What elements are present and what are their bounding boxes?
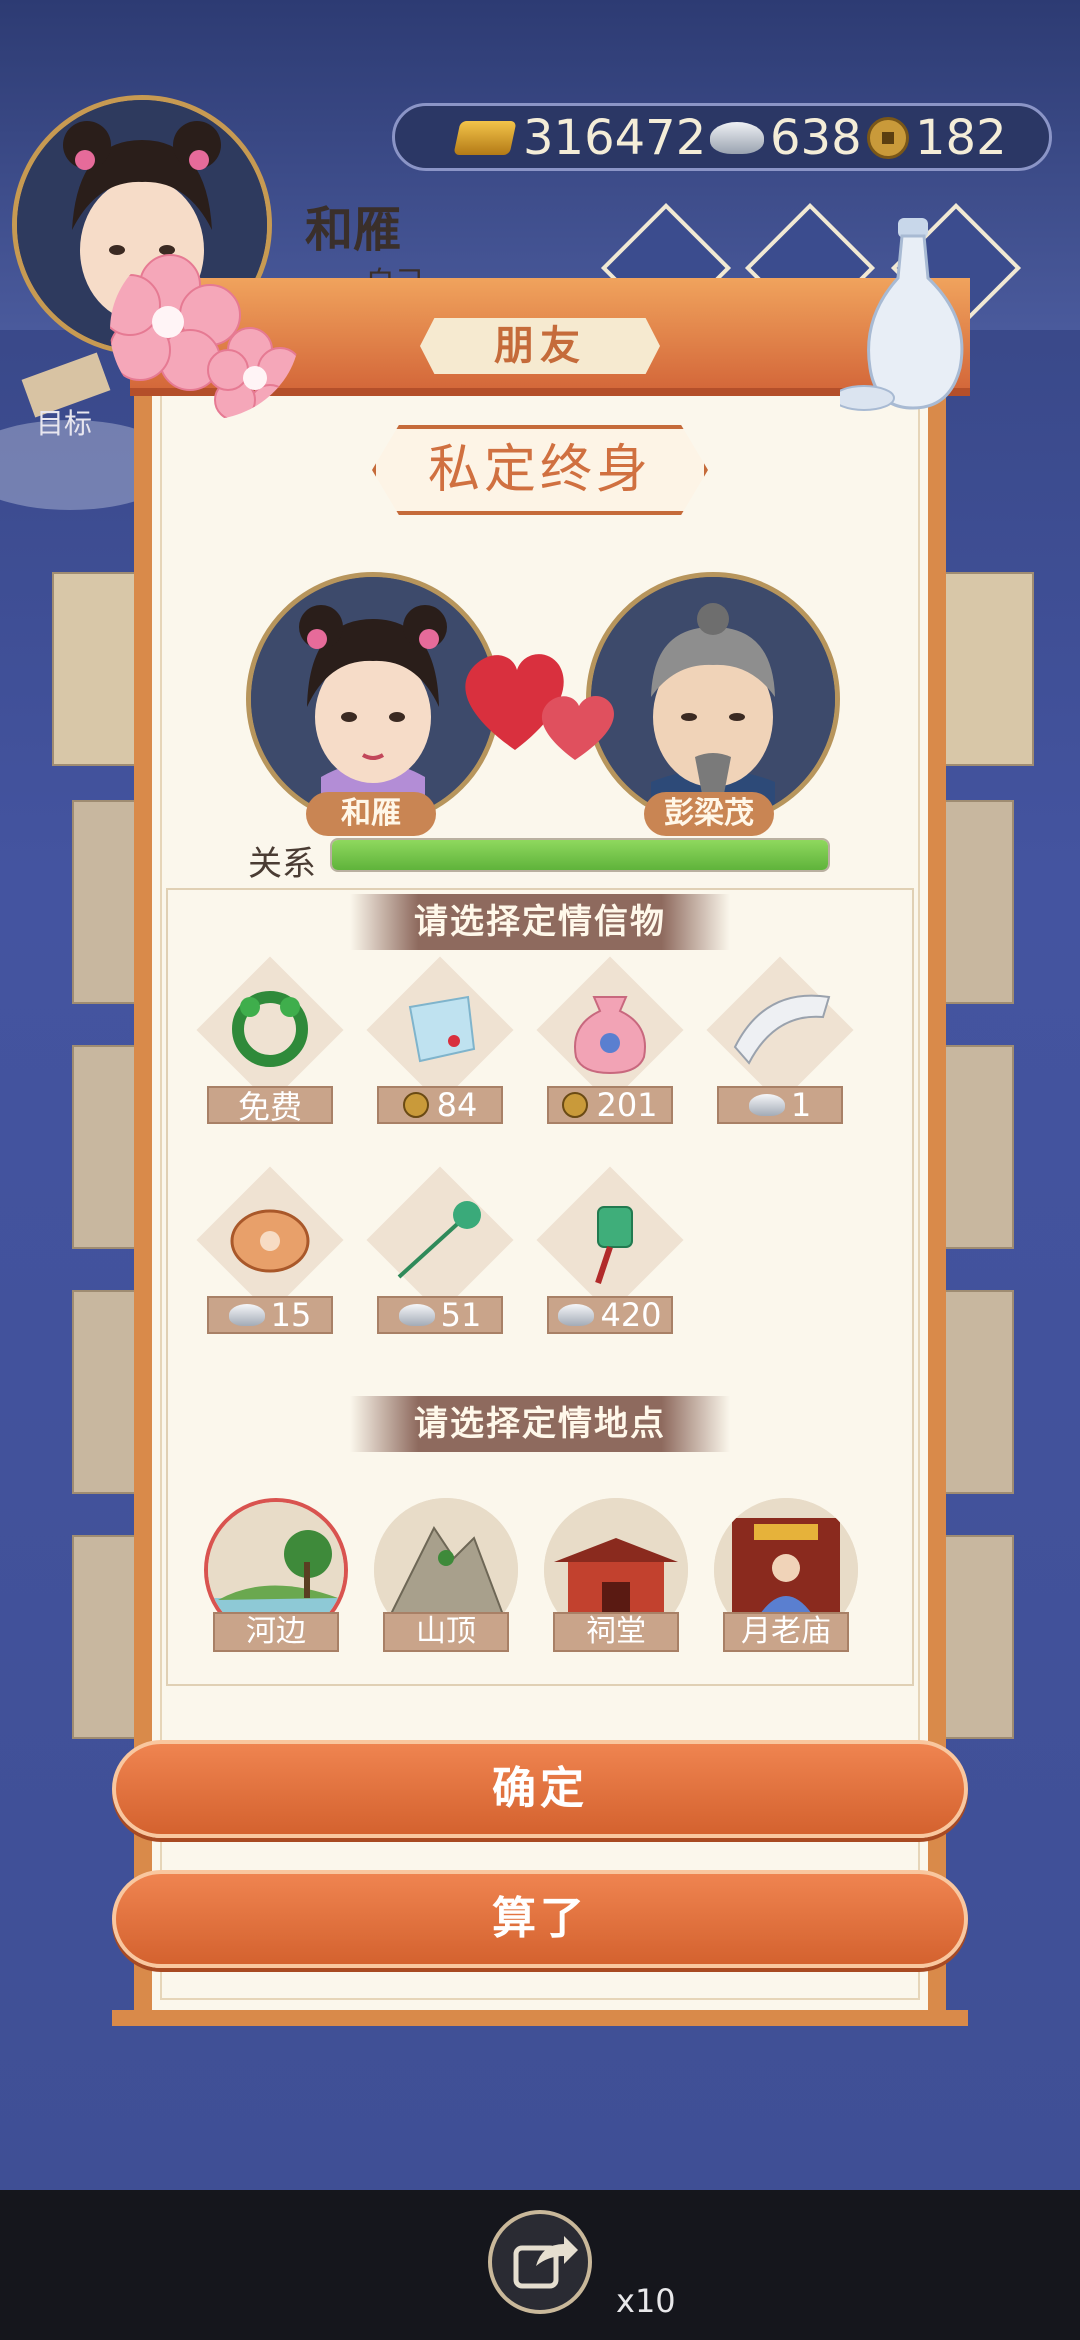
left-name-tag: 和雁 <box>306 792 436 836</box>
player-name: 和雁 <box>305 202 402 258</box>
gift-price-value: 15 <box>270 1296 312 1334</box>
wreath-icon[interactable] <box>215 972 325 1082</box>
handkerchief-icon[interactable] <box>385 972 495 1082</box>
hearts-icon <box>465 654 614 760</box>
silver-resource: 638 <box>710 110 862 166</box>
place-label: 河边 <box>213 1612 339 1652</box>
gift-price-value: 51 <box>440 1296 482 1334</box>
background-card <box>940 1535 1014 1739</box>
coin-amount: 182 <box>915 110 1007 166</box>
background-card <box>52 572 146 766</box>
copper-coin-icon <box>562 1092 589 1118</box>
copper-coin-icon <box>402 1092 429 1118</box>
gold-resource: 316472 <box>453 110 707 166</box>
right-name-tag: 彭梁茂 <box>644 792 774 836</box>
resource-bar: 316472 638 182 <box>392 103 1052 171</box>
silver-ingot-icon <box>710 122 764 154</box>
jade-pendant-icon[interactable] <box>215 1182 325 1292</box>
silver-ingot-icon <box>558 1304 595 1326</box>
gift-price: 201 <box>547 1086 673 1124</box>
relation-bar <box>330 838 830 872</box>
share-count: x10 <box>616 2282 676 2320</box>
silver-amount: 638 <box>770 110 862 166</box>
silver-ingot-icon <box>398 1304 435 1326</box>
comb-icon[interactable] <box>725 972 835 1082</box>
wine-vase-icon <box>840 218 964 411</box>
gifts-title: 请选择定情信物 <box>414 902 666 942</box>
cancel-button[interactable]: 算了 <box>112 1870 968 1968</box>
gift-price-value: 84 <box>436 1086 478 1124</box>
place-label: 月老庙 <box>723 1612 849 1652</box>
gift-price: 51 <box>377 1296 503 1334</box>
gift-price-value: 201 <box>596 1086 658 1124</box>
silver-ingot-icon <box>228 1304 265 1326</box>
relation-label: 关系 <box>248 844 316 884</box>
dialog-title: 朋友 <box>494 323 586 369</box>
relation-bar-fill <box>332 840 828 870</box>
background-card <box>940 1290 1014 1494</box>
gift-price: 15 <box>207 1296 333 1334</box>
gift-price-value: 420 <box>600 1296 662 1334</box>
jade-tassel-icon[interactable] <box>555 1182 665 1292</box>
sachet-icon[interactable] <box>555 972 665 1082</box>
gift-price: 免费 <box>207 1086 333 1126</box>
gold-ingot-icon <box>453 121 517 155</box>
confirm-button[interactable]: 确定 <box>112 1740 968 1838</box>
plum-blossom-icon <box>110 254 300 420</box>
gift-price: 1 <box>717 1086 843 1124</box>
gift-price: 84 <box>377 1086 503 1124</box>
background-card <box>940 800 1014 1004</box>
dialog-bottom-edge <box>112 2010 968 2026</box>
silver-ingot-icon <box>748 1094 785 1116</box>
coin-resource: 182 <box>867 110 1007 166</box>
dialog-subtitle: 私定终身 <box>427 440 652 500</box>
copper-coin-icon <box>867 117 909 159</box>
gift-price-value: 免费 <box>237 1088 302 1126</box>
place-label: 山顶 <box>383 1612 509 1652</box>
places-title: 请选择定情地点 <box>414 1404 666 1444</box>
background-card <box>940 1045 1014 1249</box>
gift-price: 420 <box>547 1296 673 1334</box>
share-button[interactable] <box>488 2210 592 2314</box>
gold-amount: 316472 <box>523 110 707 166</box>
place-label: 祠堂 <box>553 1612 679 1652</box>
share-icon <box>513 2236 578 2289</box>
gift-price-value: 1 <box>790 1086 812 1124</box>
hairpin-icon[interactable] <box>385 1182 495 1292</box>
goal-label: 目标 <box>36 407 93 440</box>
